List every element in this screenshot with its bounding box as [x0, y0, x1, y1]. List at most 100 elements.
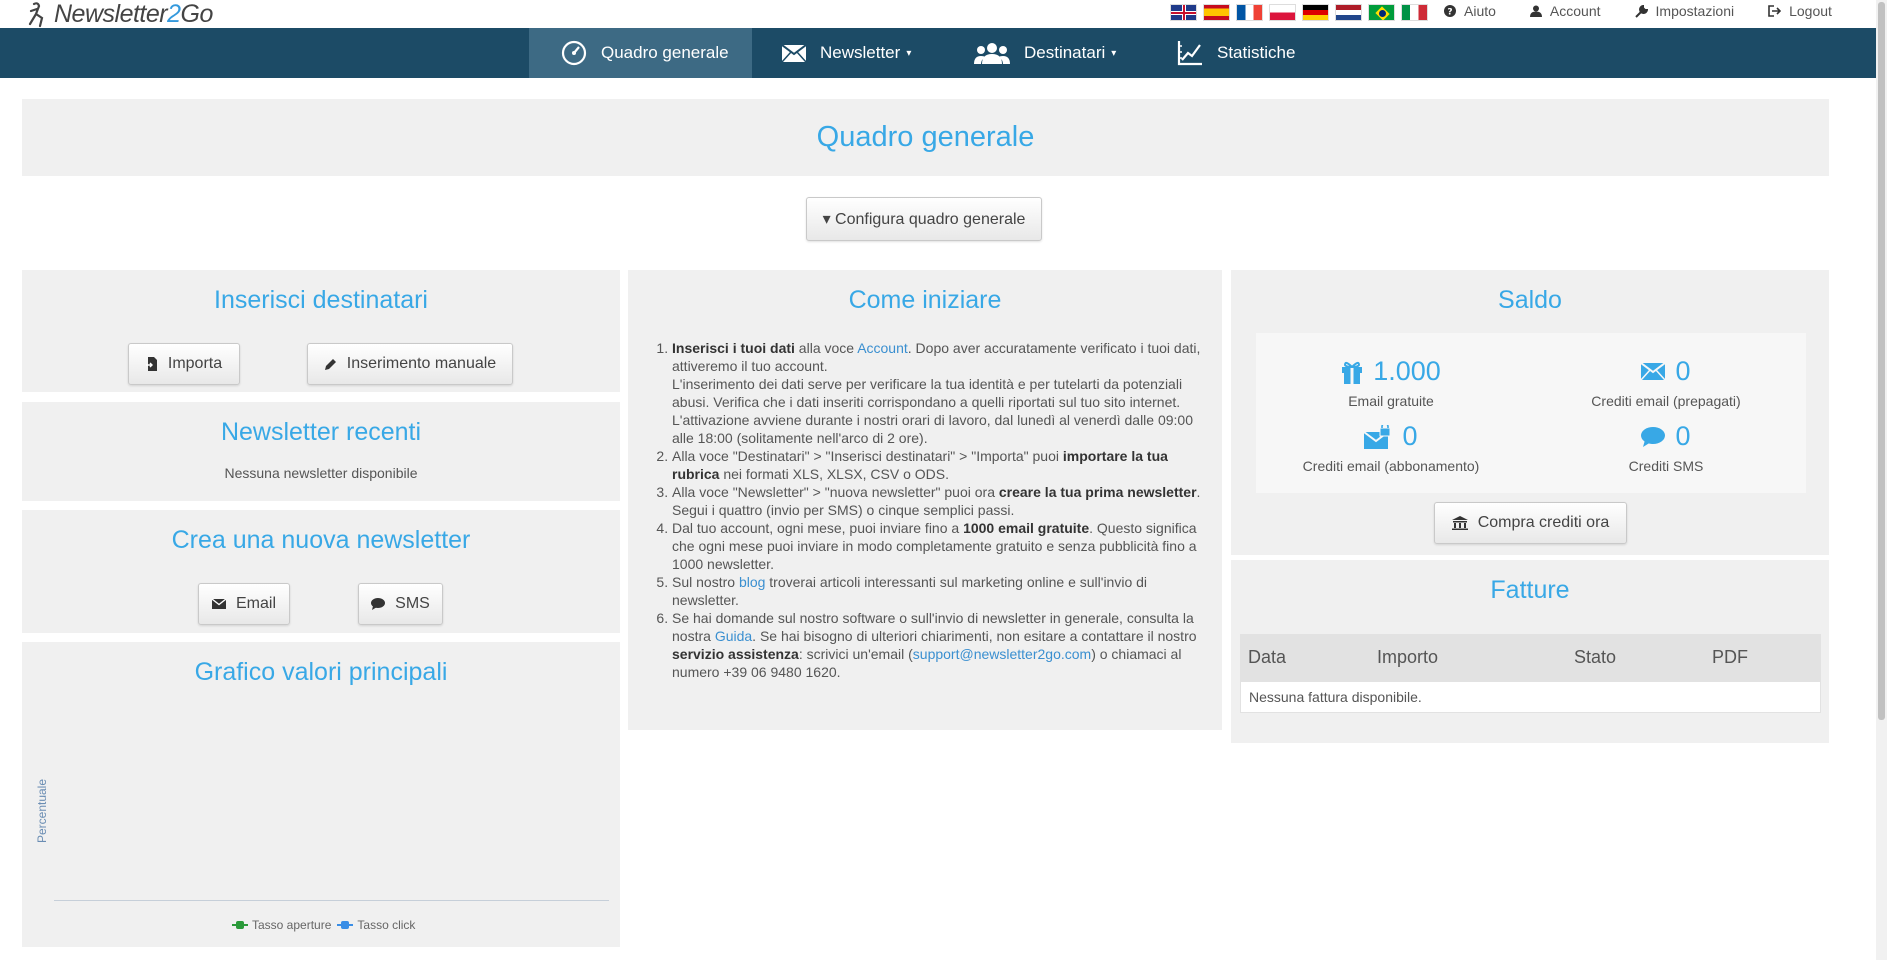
chart-y-axis-label: Percentuale [35, 778, 49, 844]
flag-italy-icon[interactable] [1401, 4, 1428, 21]
help-label: Aiuto [1464, 3, 1496, 19]
main-navbar: Quadro generale Newsletter ▾ Destinatari ▾… [0, 28, 1876, 78]
brand-name-part3: Go [180, 0, 214, 28]
configure-overview-button[interactable]: ▾ Configura quadro generale [806, 197, 1042, 241]
logout-label: Logout [1789, 3, 1832, 19]
account-label: Account [1549, 3, 1601, 19]
page-scrollbar[interactable] [1876, 0, 1887, 960]
speech-bubble-icon [371, 598, 386, 610]
page-header: Quadro generale [22, 99, 1829, 176]
free-emails-stat: 1.000 Email gratuite [1261, 356, 1521, 409]
logout-icon [1768, 5, 1782, 17]
invoices-empty-row: Nessuna fattura disponibile. [1240, 681, 1821, 713]
create-email-label: Email [235, 595, 276, 612]
wrench-icon [1634, 4, 1648, 18]
step-4-text: Dal tuo account, ogni mese, puoi inviare… [672, 520, 964, 536]
top-bar: Newsletter 2 Go ? Aiuto Account Impostaz… [0, 0, 1876, 28]
legend-open-label[interactable]: Tasso aperture [252, 918, 331, 932]
pencil-icon [324, 358, 337, 371]
blog-link[interactable]: blog [739, 574, 765, 590]
invoices-table: Data Importo Stato PDF Nessuna fattura d… [1240, 634, 1821, 713]
free-emails-value: 1.000 [1373, 356, 1441, 386]
legend-open-swatch [232, 921, 248, 929]
flag-netherlands-icon[interactable] [1335, 4, 1362, 21]
chart-title: Grafico valori principali [194, 658, 448, 686]
flag-brazil-icon[interactable] [1368, 4, 1395, 21]
step-6: Se hai domande sul nostro software o sul… [672, 609, 1208, 681]
nav-recipients-caret-icon: ▾ [1111, 47, 1117, 59]
manual-entry-button[interactable]: Inserimento manuale [307, 343, 513, 385]
chart-x-axis-line [54, 900, 609, 901]
account-link[interactable]: Account [1529, 3, 1601, 19]
step-4: Dal tuo account, ogni mese, puoi inviare… [672, 519, 1208, 573]
support-email-link[interactable]: support@newsletter2go.com [913, 646, 1091, 662]
create-newsletter-title: Crea una nuova newsletter [171, 526, 471, 554]
column-header-pdf[interactable]: PDF [1712, 647, 1748, 668]
help-link[interactable]: ? Aiuto [1444, 3, 1496, 19]
column-header-date[interactable]: Data [1248, 647, 1286, 668]
flag-poland-icon[interactable] [1269, 4, 1296, 21]
subscription-credits-stat: 0 Crediti email (abbonamento) [1261, 421, 1521, 474]
nav-newsletter-caret-icon: ▾ [906, 47, 912, 59]
import-file-icon [145, 357, 158, 371]
flag-uk-icon[interactable] [1170, 4, 1197, 21]
insert-recipients-title: Inserisci destinatari [214, 286, 428, 314]
speech-bubble-icon [1641, 426, 1666, 447]
step-6-bold: servizio assistenza [672, 646, 799, 662]
gift-icon [1341, 360, 1363, 384]
step-2-text-b: nei formati XLS, XLSX, CSV o ODS. [719, 466, 950, 482]
envelope-icon [1641, 363, 1666, 380]
guide-link[interactable]: Guida [715, 628, 752, 644]
nav-overview-label: Quadro generale [601, 43, 729, 62]
sms-credits-stat: 0 Crediti SMS [1536, 421, 1796, 474]
bank-icon [1451, 516, 1468, 530]
prepaid-credits-label: Crediti email (prepagati) [1591, 393, 1741, 409]
step-1: Inserisci i tuoi dati alla voce Account.… [672, 339, 1208, 447]
envelope-icon [782, 44, 806, 62]
legend-click-label[interactable]: Tasso click [357, 918, 415, 932]
column-header-amount[interactable]: Importo [1377, 647, 1438, 668]
import-button[interactable]: Importa [128, 343, 240, 385]
step-6-text-b: . Se hai bisogno di ulteriori chiariment… [752, 628, 1197, 644]
account-inline-link[interactable]: Account [857, 340, 908, 356]
create-sms-button[interactable]: SMS [358, 583, 443, 625]
users-group-icon [974, 42, 1010, 64]
column-header-status[interactable]: Stato [1574, 647, 1616, 668]
flag-france-icon[interactable] [1236, 4, 1263, 21]
envelope-lock-icon [1364, 424, 1392, 449]
chart-legend: Tasso aperture Tasso click [232, 918, 415, 932]
scrollbar-thumb[interactable] [1878, 2, 1885, 720]
create-sms-label: SMS [395, 595, 430, 612]
balance-summary: 1.000 Email gratuite 0 Crediti email (pr… [1256, 333, 1806, 493]
recent-newsletters-panel: Newsletter recenti Nessuna newsletter di… [22, 402, 620, 501]
step-1-text-d: L'attivazione avviene durante i nostri o… [672, 412, 1193, 446]
top-links: ? Aiuto Account Impostazioni Logout [1444, 3, 1866, 19]
nav-newsletter-label: Newsletter [820, 43, 901, 62]
step-2: Alla voce "Destinatari" > "Inserisci des… [672, 447, 1208, 483]
flag-germany-icon[interactable] [1302, 4, 1329, 21]
invoices-table-header: Data Importo Stato PDF [1240, 634, 1821, 681]
svg-text:?: ? [1447, 8, 1452, 18]
nav-stats[interactable]: Statistiche [1177, 28, 1295, 78]
flag-spain-icon[interactable] [1203, 4, 1230, 21]
import-label: Importa [167, 355, 223, 372]
line-chart-icon [1177, 40, 1203, 66]
settings-label: Impostazioni [1655, 3, 1735, 19]
nav-newsletter[interactable]: Newsletter ▾ [782, 28, 911, 78]
free-emails-label: Email gratuite [1348, 393, 1434, 409]
logout-link[interactable]: Logout [1768, 3, 1832, 19]
create-newsletter-panel: Crea una nuova newsletter Email SMS [22, 510, 620, 633]
brand-name-part1: Newsletter [54, 0, 168, 28]
brand-logo[interactable]: Newsletter 2 Go [26, 0, 213, 29]
step-1-text-c: L'inserimento dei dati serve per verific… [672, 376, 1183, 410]
create-email-button[interactable]: Email [198, 583, 290, 625]
settings-link[interactable]: Impostazioni [1634, 3, 1735, 19]
buy-credits-button[interactable]: Compra crediti ora [1434, 502, 1627, 544]
nav-overview[interactable]: Quadro generale [529, 28, 752, 78]
brand-name-part2: 2 [167, 0, 181, 28]
nav-recipients[interactable]: Destinatari ▾ [974, 28, 1116, 78]
getting-started-title: Come iniziare [848, 286, 1002, 314]
key-values-chart-panel: Grafico valori principali Percentuale Ta… [22, 642, 620, 947]
invoices-title: Fatture [1490, 576, 1570, 604]
sms-credits-label: Crediti SMS [1628, 458, 1704, 474]
